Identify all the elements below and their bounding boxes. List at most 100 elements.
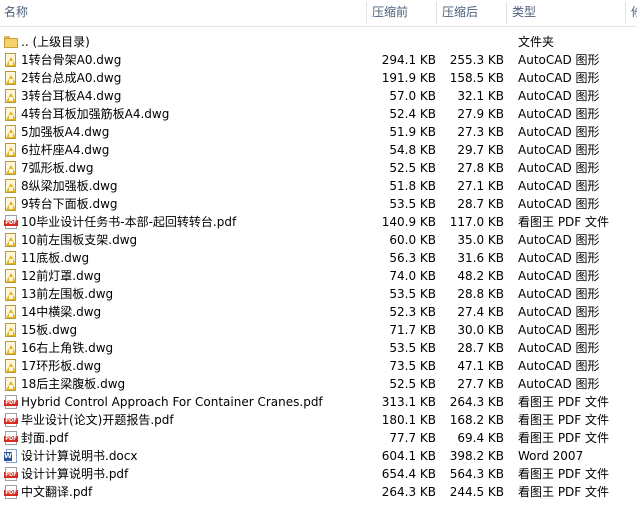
file-row[interactable]: 13前左围板.dwg 53.5 KB 28.8 KB AutoCAD 图形 [0, 285, 637, 303]
file-row[interactable]: W 设计计算说明书.docx 604.1 KB 398.2 KB Word 2007 [0, 447, 637, 465]
file-type: Word 2007 [518, 449, 584, 463]
file-type: AutoCAD 图形 [518, 89, 600, 103]
original-size: 56.3 KB [389, 251, 436, 265]
file-type: AutoCAD 图形 [518, 251, 600, 265]
autocad-dwg-icon [4, 89, 18, 103]
file-row[interactable]: 3转台耳板A4.dwg 57.0 KB 32.1 KB AutoCAD 图形 [0, 87, 637, 105]
file-type: AutoCAD 图形 [518, 323, 600, 337]
file-type: AutoCAD 图形 [518, 197, 600, 211]
packed-size: 48.2 KB [457, 269, 504, 283]
autocad-dwg-icon [4, 251, 18, 265]
column-divider[interactable] [506, 2, 507, 24]
column-divider[interactable] [366, 2, 367, 24]
file-type: 看图王 PDF 文件 [518, 431, 610, 445]
packed-size: 28.8 KB [457, 287, 504, 301]
file-name: 2转台总成A0.dwg [21, 71, 122, 85]
column-header-name[interactable]: 名称 [4, 0, 28, 26]
file-type: AutoCAD 图形 [518, 377, 600, 391]
file-name: 封面.pdf [21, 431, 69, 445]
autocad-dwg-icon [4, 125, 18, 139]
column-header-size[interactable]: 压缩前 [372, 0, 408, 26]
file-row[interactable]: 16右上角铁.dwg 53.5 KB 28.7 KB AutoCAD 图形 [0, 339, 637, 357]
file-type: 看图王 PDF 文件 [518, 467, 610, 481]
autocad-dwg-icon [4, 233, 18, 247]
file-row[interactable]: 17环形板.dwg 73.5 KB 47.1 KB AutoCAD 图形 [0, 357, 637, 375]
column-header-type[interactable]: 类型 [512, 0, 536, 26]
column-divider[interactable] [436, 2, 437, 24]
file-name: 6拉杆座A4.dwg [21, 143, 110, 157]
file-name: 13前左围板.dwg [21, 287, 114, 301]
file-row[interactable]: PDF 中文翻译.pdf 264.3 KB 244.5 KB 看图王 PDF 文件 [0, 483, 637, 501]
original-size: 52.5 KB [389, 377, 436, 391]
original-size: 313.1 KB [381, 395, 436, 409]
autocad-dwg-icon [4, 305, 18, 319]
file-name: 8纵梁加强板.dwg [21, 179, 118, 193]
column-divider[interactable] [625, 2, 626, 24]
autocad-dwg-icon [4, 341, 18, 355]
packed-size: 27.8 KB [457, 161, 504, 175]
autocad-dwg-icon [4, 377, 18, 391]
file-name: 14中横梁.dwg [21, 305, 102, 319]
packed-size: 158.5 KB [449, 71, 504, 85]
file-row[interactable]: 5加强板A4.dwg 51.9 KB 27.3 KB AutoCAD 图形 [0, 123, 637, 141]
word-doc-icon: W [4, 449, 18, 463]
file-name: 毕业设计(论文)开题报告.pdf [21, 413, 174, 427]
file-row[interactable]: 18后主梁腹板.dwg 52.5 KB 27.7 KB AutoCAD 图形 [0, 375, 637, 393]
file-row[interactable]: PDF Hybrid Control Approach For Container… [0, 393, 637, 411]
autocad-dwg-icon [4, 323, 18, 337]
file-row[interactable]: PDF 毕业设计(论文)开题报告.pdf 180.1 KB 168.2 KB 看图王 P… [0, 411, 637, 429]
original-size: 294.1 KB [381, 53, 436, 67]
file-name: 3转台耳板A4.dwg [21, 89, 122, 103]
original-size: 140.9 KB [381, 215, 436, 229]
file-row[interactable]: 1转台骨架A0.dwg 294.1 KB 255.3 KB AutoCAD 图形 [0, 51, 637, 69]
autocad-dwg-icon [4, 53, 18, 67]
file-row[interactable]: 15板.dwg 71.7 KB 30.0 KB AutoCAD 图形 [0, 321, 637, 339]
packed-size: 264.3 KB [449, 395, 504, 409]
packed-size: 30.0 KB [457, 323, 504, 337]
file-row[interactable]: 12前灯罩.dwg 74.0 KB 48.2 KB AutoCAD 图形 [0, 267, 637, 285]
file-row[interactable]: 9转台下面板.dwg 53.5 KB 28.7 KB AutoCAD 图形 [0, 195, 637, 213]
file-type: AutoCAD 图形 [518, 269, 600, 283]
pdf-file-icon: PDF [4, 215, 18, 229]
original-size: 654.4 KB [381, 467, 436, 481]
parent-directory-row[interactable]: .. (上级目录) 文件夹 [0, 33, 637, 51]
original-size: 71.7 KB [389, 323, 436, 337]
file-name: 11底板.dwg [21, 251, 90, 265]
file-type: AutoCAD 图形 [518, 287, 600, 301]
original-size: 180.1 KB [381, 413, 436, 427]
original-size: 604.1 KB [381, 449, 436, 463]
file-row[interactable]: 10前左围板支架.dwg 60.0 KB 35.0 KB AutoCAD 图形 [0, 231, 637, 249]
packed-size: 28.7 KB [457, 197, 504, 211]
original-size: 51.8 KB [389, 179, 436, 193]
file-name: .. (上级目录) [21, 35, 90, 49]
file-row[interactable]: 2转台总成A0.dwg 191.9 KB 158.5 KB AutoCAD 图形 [0, 69, 637, 87]
column-header-packed-size[interactable]: 压缩后 [442, 0, 478, 26]
packed-size: 35.0 KB [457, 233, 504, 247]
file-row[interactable]: 8纵梁加强板.dwg 51.8 KB 27.1 KB AutoCAD 图形 [0, 177, 637, 195]
file-name: 17环形板.dwg [21, 359, 102, 373]
file-row[interactable]: 14中横梁.dwg 52.3 KB 27.4 KB AutoCAD 图形 [0, 303, 637, 321]
pdf-file-icon: PDF [4, 467, 18, 481]
pdf-file-icon: PDF [4, 395, 18, 409]
original-size: 264.3 KB [381, 485, 436, 499]
file-row[interactable]: 6拉杆座A4.dwg 54.8 KB 29.7 KB AutoCAD 图形 [0, 141, 637, 159]
file-row[interactable]: 11底板.dwg 56.3 KB 31.6 KB AutoCAD 图形 [0, 249, 637, 267]
file-row[interactable]: PDF 封面.pdf 77.7 KB 69.4 KB 看图王 PDF 文件 [0, 429, 637, 447]
file-name: 12前灯罩.dwg [21, 269, 102, 283]
original-size: 52.4 KB [389, 107, 436, 121]
file-row[interactable]: 4转台耳板加强筋板A4.dwg 52.4 KB 27.9 KB AutoCAD 图形 [0, 105, 637, 123]
file-row[interactable]: PDF 10毕业设计任务书-本部-起回转转台.pdf 140.9 KB 117.0 K… [0, 213, 637, 231]
file-row[interactable]: PDF 设计计算说明书.pdf 654.4 KB 564.3 KB 看图王 PDF 文件 [0, 465, 637, 483]
file-type: AutoCAD 图形 [518, 305, 600, 319]
file-row[interactable]: 7弧形板.dwg 52.5 KB 27.8 KB AutoCAD 图形 [0, 159, 637, 177]
file-list: .. (上级目录) 文件夹 1转台骨架A0.dwg 294.1 KB 255.3 KB A… [0, 33, 637, 501]
packed-size: 69.4 KB [457, 431, 504, 445]
original-size: 53.5 KB [389, 197, 436, 211]
file-name: 16右上角铁.dwg [21, 341, 114, 355]
file-type: AutoCAD 图形 [518, 107, 600, 121]
file-type: 文件夹 [518, 35, 555, 49]
pdf-file-icon: PDF [4, 431, 18, 445]
packed-size: 31.6 KB [457, 251, 504, 265]
column-header-modified[interactable]: 修 [631, 0, 637, 26]
packed-size: 27.3 KB [457, 125, 504, 139]
